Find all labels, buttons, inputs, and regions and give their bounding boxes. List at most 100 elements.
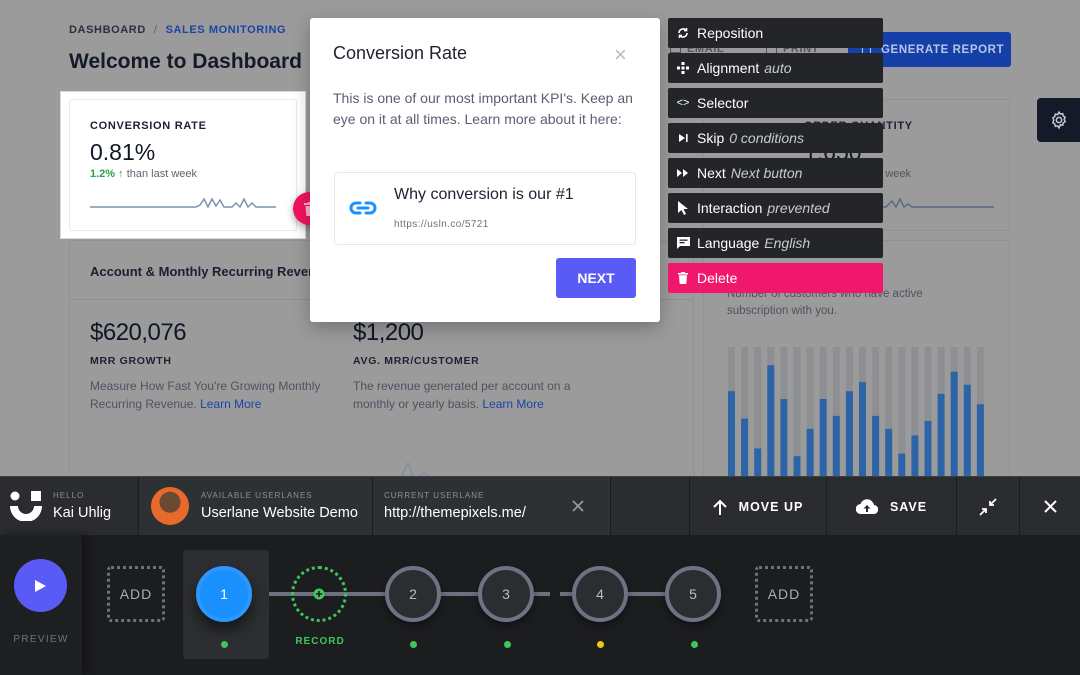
step-1[interactable]: 1 xyxy=(196,566,252,622)
close-icon[interactable]: × xyxy=(614,44,627,66)
mrr-avg-value: $1,200 xyxy=(353,319,424,346)
close-icon xyxy=(1043,500,1057,513)
retention-bar xyxy=(780,399,788,477)
user-name: Kai Uhlig xyxy=(53,505,112,521)
modal-body: This is one of our most important KPI's.… xyxy=(333,90,633,127)
generate-report-label: GENERATE REPORT xyxy=(881,43,1005,56)
link-card[interactable]: Why conversion is our #1 https://usln.co… xyxy=(334,172,636,245)
menu-value: auto xyxy=(764,60,792,76)
conversion-rate-card[interactable]: CONVERSION RATE 0.81% 1.2% ↑ than last w… xyxy=(69,99,297,231)
menu-label: Interaction xyxy=(697,200,763,216)
trash-icon xyxy=(676,271,690,285)
record-button[interactable] xyxy=(291,566,347,622)
add-step-before-button[interactable]: ADD xyxy=(107,566,165,622)
retention-bar-chart xyxy=(728,347,984,477)
step-1-status-dot xyxy=(221,641,228,648)
link-title: Why conversion is our #1 xyxy=(394,186,574,203)
preview-label: PREVIEW xyxy=(13,634,69,645)
breadcrumb-separator: / xyxy=(153,24,158,36)
step-3[interactable]: 3 xyxy=(478,566,534,622)
gear-icon xyxy=(1051,110,1066,130)
step-5-status-dot xyxy=(691,641,698,648)
step-4[interactable]: 4 xyxy=(572,566,628,622)
mrr-growth: $620,076 MRR GROWTH Measure How Fast You… xyxy=(90,319,330,413)
reposition-icon xyxy=(676,26,690,40)
step-2[interactable]: 2 xyxy=(385,566,441,622)
menu-item-alignment[interactable]: Alignment auto xyxy=(668,53,883,83)
learn-more-link[interactable]: Learn More xyxy=(482,397,543,411)
mrr-growth-value: $620,076 xyxy=(90,319,187,346)
conversion-trend-pct: 1.2% xyxy=(90,168,116,180)
menu-item-selector[interactable]: <> Selector xyxy=(668,88,883,118)
page-title: Welcome to Dashboard xyxy=(69,50,302,73)
retention-bar xyxy=(937,393,945,477)
language-icon xyxy=(676,236,690,250)
retention-bar xyxy=(832,415,840,477)
learn-more-link[interactable]: Learn More xyxy=(200,397,261,411)
retention-bar xyxy=(885,428,893,477)
user-info: HELLO Kai Uhlig xyxy=(53,491,111,521)
current-label: CURRENT USERLANE xyxy=(384,491,485,500)
close-editor-button[interactable] xyxy=(1019,477,1080,536)
menu-value: 0 conditions xyxy=(729,130,804,146)
menu-item-skip[interactable]: Skip 0 conditions xyxy=(668,123,883,153)
mrr-avg-desc: The revenue generated per account on a m… xyxy=(353,377,593,413)
editor-top-bar: HELLO Kai Uhlig AVAILABLE USERLANES User… xyxy=(0,476,1080,536)
preview-column: PREVIEW xyxy=(0,535,82,675)
breadcrumb-root[interactable]: DASHBOARD xyxy=(69,24,146,36)
available-label: AVAILABLE USERLANES xyxy=(201,491,313,500)
preview-button[interactable] xyxy=(14,559,67,612)
menu-value: English xyxy=(764,235,811,251)
collapse-button[interactable] xyxy=(956,477,1019,536)
menu-item-reposition[interactable]: Reposition xyxy=(668,18,883,48)
current-userlane: CURRENT USERLANE http://themepixels.me/ xyxy=(373,477,611,536)
available-userlanes-selector[interactable]: AVAILABLE USERLANES Userlane Website Dem… xyxy=(139,477,373,536)
retention-bar xyxy=(741,418,749,477)
step-timeline: PREVIEW ADD 1 RECORD 2 3 4 5 ADD xyxy=(0,535,1080,675)
hello-label: HELLO xyxy=(53,491,85,500)
record-label: RECORD xyxy=(295,636,345,647)
menu-value: prevented xyxy=(767,200,830,216)
save-button[interactable]: SAVE xyxy=(826,477,956,536)
play-icon xyxy=(35,579,46,592)
next-icon xyxy=(676,166,690,180)
cloud-upload-icon xyxy=(855,499,878,514)
retention-bar xyxy=(806,428,814,477)
breadcrumb-current[interactable]: SALES MONITORING xyxy=(166,24,287,36)
retention-bar xyxy=(950,371,958,477)
breadcrumb: DASHBOARD / SALES MONITORING xyxy=(69,24,286,36)
retention-bar xyxy=(859,382,866,477)
available-value: Userlane Website Demo xyxy=(201,505,358,521)
mrr-avg: $1,200 AVG. MRR/CUSTOMER The revenue gen… xyxy=(353,319,593,413)
move-up-button[interactable]: MOVE UP xyxy=(689,477,826,536)
menu-item-language[interactable]: Language English xyxy=(668,228,883,258)
add-step-after-button[interactable]: ADD xyxy=(755,566,813,622)
retention-bar xyxy=(845,391,853,477)
next-button[interactable]: NEXT xyxy=(556,258,636,298)
current-info: CURRENT USERLANE http://themepixels.me/ xyxy=(384,491,526,521)
menu-item-delete[interactable]: Delete xyxy=(668,263,883,293)
retention-bar xyxy=(898,453,906,477)
step-5[interactable]: 5 xyxy=(665,566,721,622)
menu-value: Next button xyxy=(730,165,803,181)
user-cell: HELLO Kai Uhlig xyxy=(0,477,139,536)
menu-item-interaction[interactable]: Interaction prevented xyxy=(668,193,883,223)
retention-bar xyxy=(963,384,971,477)
menu-label: Language xyxy=(697,235,760,251)
step-3-status-dot xyxy=(504,641,511,648)
link-url: https://usln.co/5721 xyxy=(394,219,489,230)
retention-bar xyxy=(767,365,775,477)
menu-item-next[interactable]: Next Next button xyxy=(668,158,883,188)
settings-button[interactable] xyxy=(1037,98,1080,142)
avatar xyxy=(151,487,189,525)
available-info: AVAILABLE USERLANES Userlane Website Dem… xyxy=(201,491,358,521)
close-icon[interactable] xyxy=(572,500,584,512)
retention-bar xyxy=(872,415,880,477)
retention-bar xyxy=(819,399,827,477)
retention-bar xyxy=(793,456,801,477)
menu-label: Alignment xyxy=(697,60,760,76)
arrow-up-icon: ↑ xyxy=(118,168,124,180)
step-2-status-dot xyxy=(410,641,417,648)
mrr-title: Account & Monthly Recurring Revenue xyxy=(90,264,332,279)
move-up-label: MOVE UP xyxy=(738,499,804,514)
